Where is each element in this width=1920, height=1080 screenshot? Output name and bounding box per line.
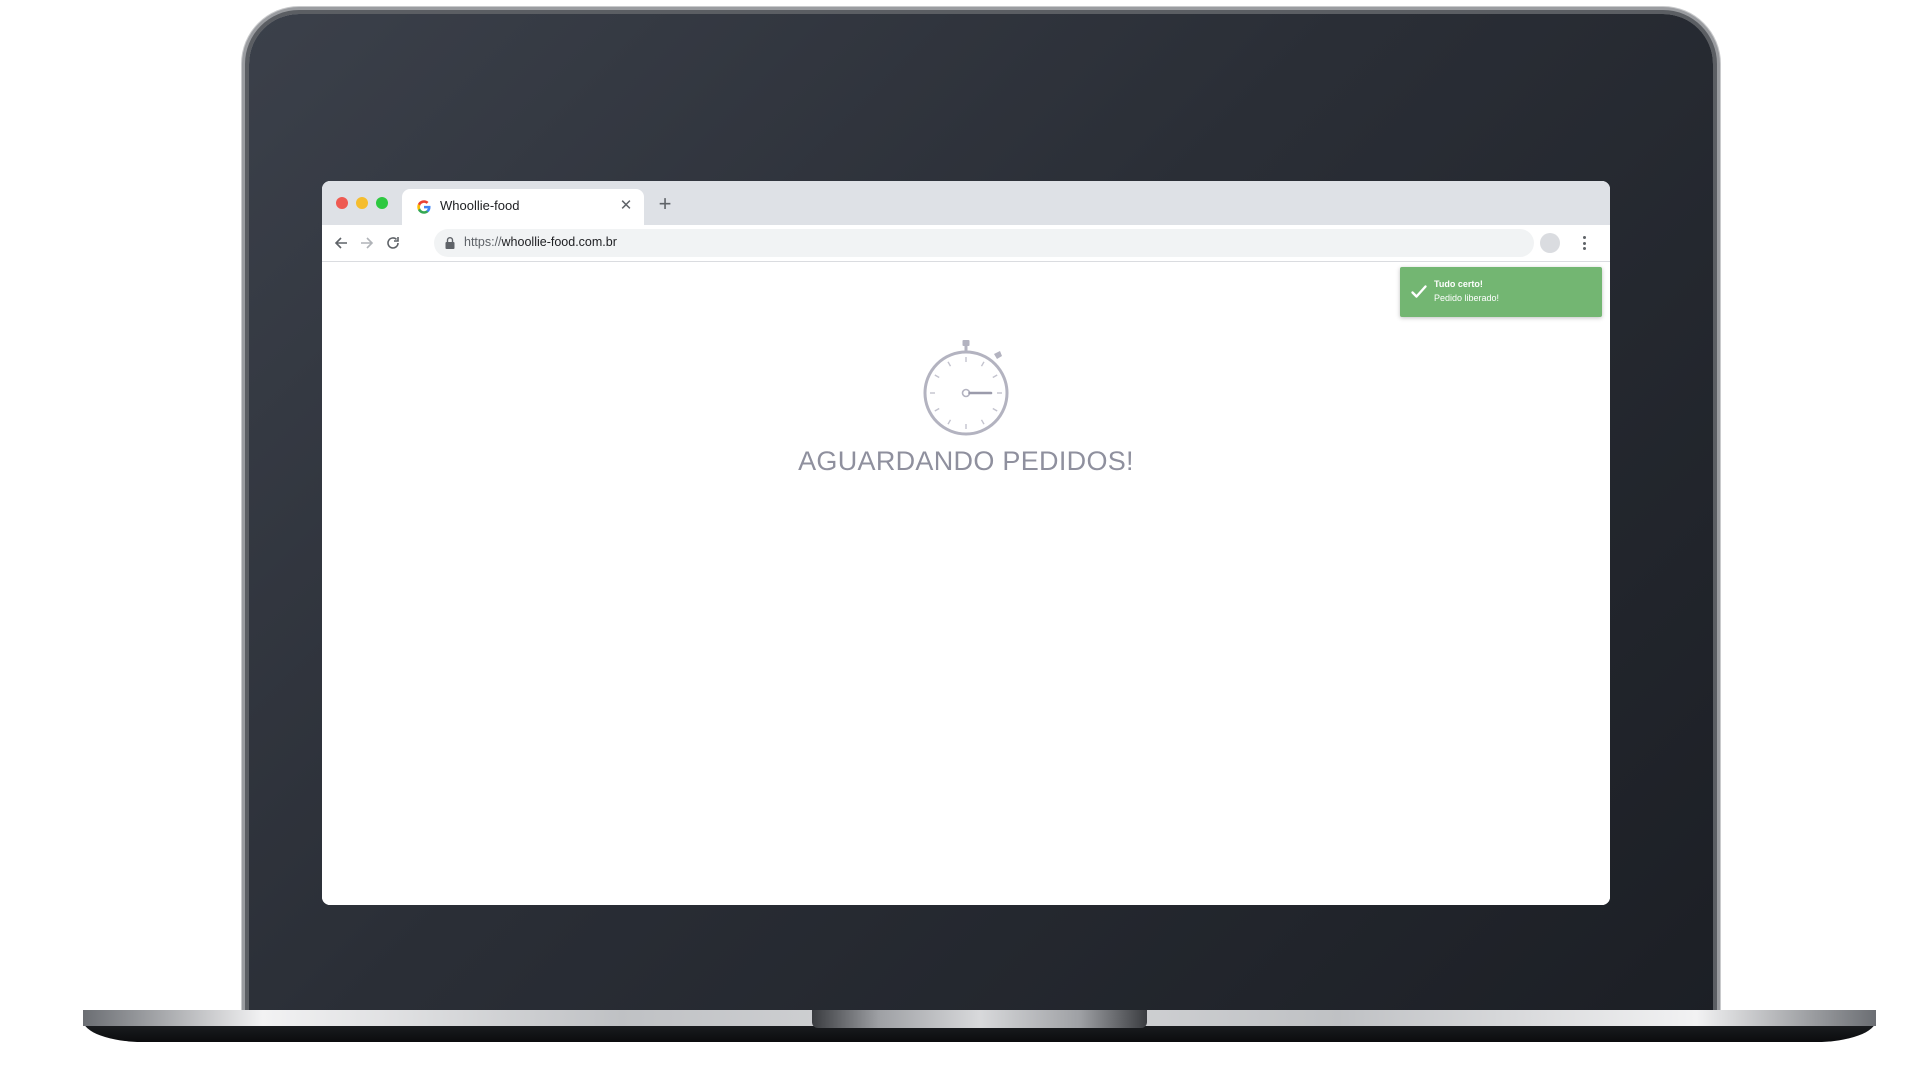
- tab-title: Whoollie-food: [440, 198, 520, 213]
- window-maximize-button[interactable]: [376, 197, 388, 209]
- forward-button[interactable]: [354, 230, 380, 256]
- menu-dot: [1582, 247, 1586, 250]
- reload-icon: [387, 237, 399, 249]
- reload-button[interactable]: [380, 230, 406, 256]
- url-host: whoollie-food.com.br: [501, 235, 617, 249]
- window-minimize-button[interactable]: [356, 197, 368, 209]
- avatar[interactable]: [1540, 233, 1560, 253]
- stopwatch-icon: [923, 340, 1009, 436]
- page-viewport: Tudo certo! Pedido liberado! AGUARDANDO …: [322, 262, 1610, 905]
- arrow-right-icon: [361, 237, 374, 249]
- stage: Whoollie-food ✕ + https://whoollie-food.…: [0, 0, 1920, 1080]
- kebab-menu-icon[interactable]: [1574, 231, 1594, 255]
- waiting-orders-text: AGUARDANDO PEDIDOS!: [798, 446, 1134, 476]
- arrow-left-icon: [334, 237, 347, 249]
- google-favicon-icon: [417, 200, 431, 214]
- url-text: https://whoollie-food.com.br: [464, 235, 617, 249]
- browser-window: Whoollie-food ✕ + https://whoollie-food.…: [322, 181, 1610, 905]
- success-toast[interactable]: Tudo certo! Pedido liberado!: [1400, 267, 1602, 317]
- menu-dot: [1582, 241, 1586, 245]
- check-icon: [1411, 285, 1427, 298]
- url-scheme: https://: [464, 235, 502, 249]
- browser-toolbar: https://whoollie-food.com.br: [322, 225, 1610, 262]
- menu-dot: [1582, 236, 1586, 239]
- plus-icon[interactable]: +: [652, 191, 678, 217]
- toast-title: Tudo certo!: [1434, 279, 1483, 289]
- close-icon[interactable]: ✕: [616, 196, 636, 216]
- address-bar[interactable]: https://whoollie-food.com.br: [434, 229, 1534, 257]
- tab-strip: Whoollie-food ✕ +: [322, 181, 1610, 225]
- browser-tab[interactable]: Whoollie-food ✕: [402, 189, 644, 225]
- back-button[interactable]: [328, 230, 354, 256]
- laptop-hinge-notch: [812, 1010, 1147, 1028]
- lock-icon: [445, 237, 455, 249]
- toast-message: Pedido liberado!: [1434, 293, 1500, 303]
- window-close-button[interactable]: [336, 197, 348, 209]
